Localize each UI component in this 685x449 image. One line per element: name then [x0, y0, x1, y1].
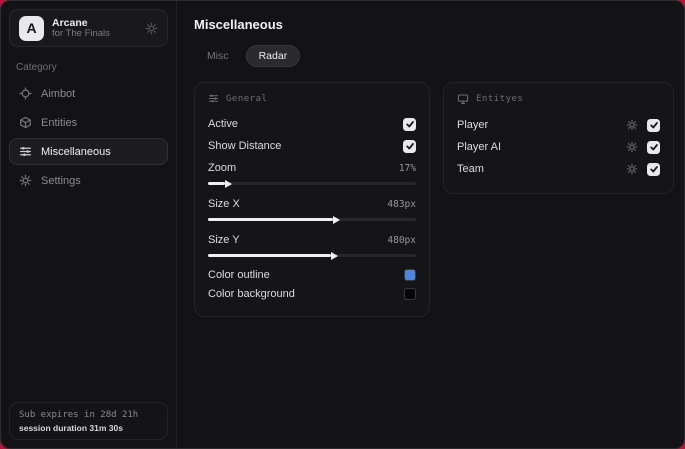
show-distance-checkbox[interactable] [403, 139, 416, 153]
sidebar-item-label: Entities [41, 116, 78, 129]
app-logo: A [19, 15, 44, 41]
entities-panel: Entityes Player Player AI Team [443, 82, 674, 194]
slider-thumb[interactable] [224, 179, 232, 188]
brand-card: A Arcane for The Finals [9, 9, 168, 47]
sidebar-item-label: Settings [41, 174, 81, 187]
entities-panel-header: Entityes [457, 93, 660, 105]
sub-expiry-text: Sub expires in 28d 21h [19, 410, 139, 420]
size-y-value: 480px [387, 234, 416, 246]
entity-row-player: Player [457, 114, 660, 136]
gear-icon [19, 174, 32, 187]
sidebar-item-label: Aimbot [41, 87, 76, 100]
gear-icon[interactable] [626, 163, 638, 175]
category-label: Category [16, 62, 57, 73]
entity-label: Player [457, 119, 489, 131]
page-title: Miscellaneous [194, 17, 283, 32]
app-window: A Arcane for The Finals Category Aimbot … [0, 0, 685, 449]
size-y-slider[interactable] [208, 251, 416, 260]
setting-row-zoom: Zoom 17% [208, 157, 416, 179]
gear-icon[interactable] [626, 119, 638, 131]
app-name: Arcane [52, 16, 88, 29]
cube-icon [19, 116, 32, 129]
setting-row-show-distance: Show Distance [208, 135, 416, 157]
zoom-value: 17% [398, 162, 416, 174]
entity-row-team: Team [457, 158, 660, 180]
monitor-icon [457, 93, 469, 105]
setting-label: Zoom [208, 162, 237, 174]
player-checkbox[interactable] [647, 118, 660, 132]
setting-label: Color background [208, 287, 295, 300]
sliders-icon [19, 145, 32, 158]
general-panel-header: General [208, 93, 416, 104]
setting-label: Size X [208, 198, 240, 210]
setting-label: Active [208, 118, 238, 130]
crosshair-icon [19, 87, 32, 100]
tab-radar[interactable]: Radar [245, 45, 301, 67]
sidebar-item-entities[interactable]: Entities [9, 109, 168, 136]
zoom-slider[interactable] [208, 179, 416, 188]
size-x-value: 483px [387, 198, 416, 210]
sidebar: A Arcane for The Finals Category Aimbot … [1, 1, 177, 448]
gear-icon[interactable] [145, 22, 158, 35]
setting-label: Size Y [208, 234, 240, 246]
player-ai-checkbox[interactable] [647, 140, 660, 154]
app-subtitle: for The Finals [52, 27, 110, 39]
sidebar-item-aimbot[interactable]: Aimbot [9, 80, 168, 107]
setting-row-size-y: Size Y 480px [208, 229, 416, 251]
session-duration-text: session duration 31m 30s [19, 423, 123, 433]
slider-thumb[interactable] [330, 251, 338, 260]
size-x-slider[interactable] [208, 215, 416, 224]
setting-label: Color outline [208, 268, 270, 281]
setting-row-color-outline: Color outline [208, 265, 416, 284]
setting-row-size-x: Size X 483px [208, 193, 416, 215]
setting-label: Show Distance [208, 140, 282, 152]
color-background-swatch[interactable] [404, 287, 416, 300]
setting-row-color-background: Color background [208, 284, 416, 303]
entity-label: Team [457, 163, 484, 175]
entity-row-player-ai: Player AI [457, 136, 660, 158]
slider-thumb[interactable] [332, 215, 340, 224]
panel-title: General [226, 93, 268, 104]
tab-bar: Misc Radar [194, 45, 674, 67]
sidebar-item-label: Miscellaneous [41, 145, 111, 158]
subscription-status-card: Sub expires in 28d 21h session duration … [9, 402, 168, 440]
gear-icon[interactable] [626, 141, 638, 153]
setting-row-active: Active [208, 113, 416, 135]
panel-title: Entityes [476, 94, 524, 104]
sidebar-item-settings[interactable]: Settings [9, 167, 168, 194]
color-outline-swatch[interactable] [404, 268, 416, 281]
tab-misc[interactable]: Misc [194, 45, 242, 67]
general-panel: General Active Show Distance Zoom 17% Si… [194, 82, 430, 317]
main-content: Miscellaneous Misc Radar General Active [177, 1, 684, 448]
sidebar-item-miscellaneous[interactable]: Miscellaneous [9, 138, 168, 165]
active-checkbox[interactable] [403, 117, 416, 131]
team-checkbox[interactable] [647, 162, 660, 176]
entity-label: Player AI [457, 141, 502, 153]
sliders-icon [208, 93, 219, 104]
